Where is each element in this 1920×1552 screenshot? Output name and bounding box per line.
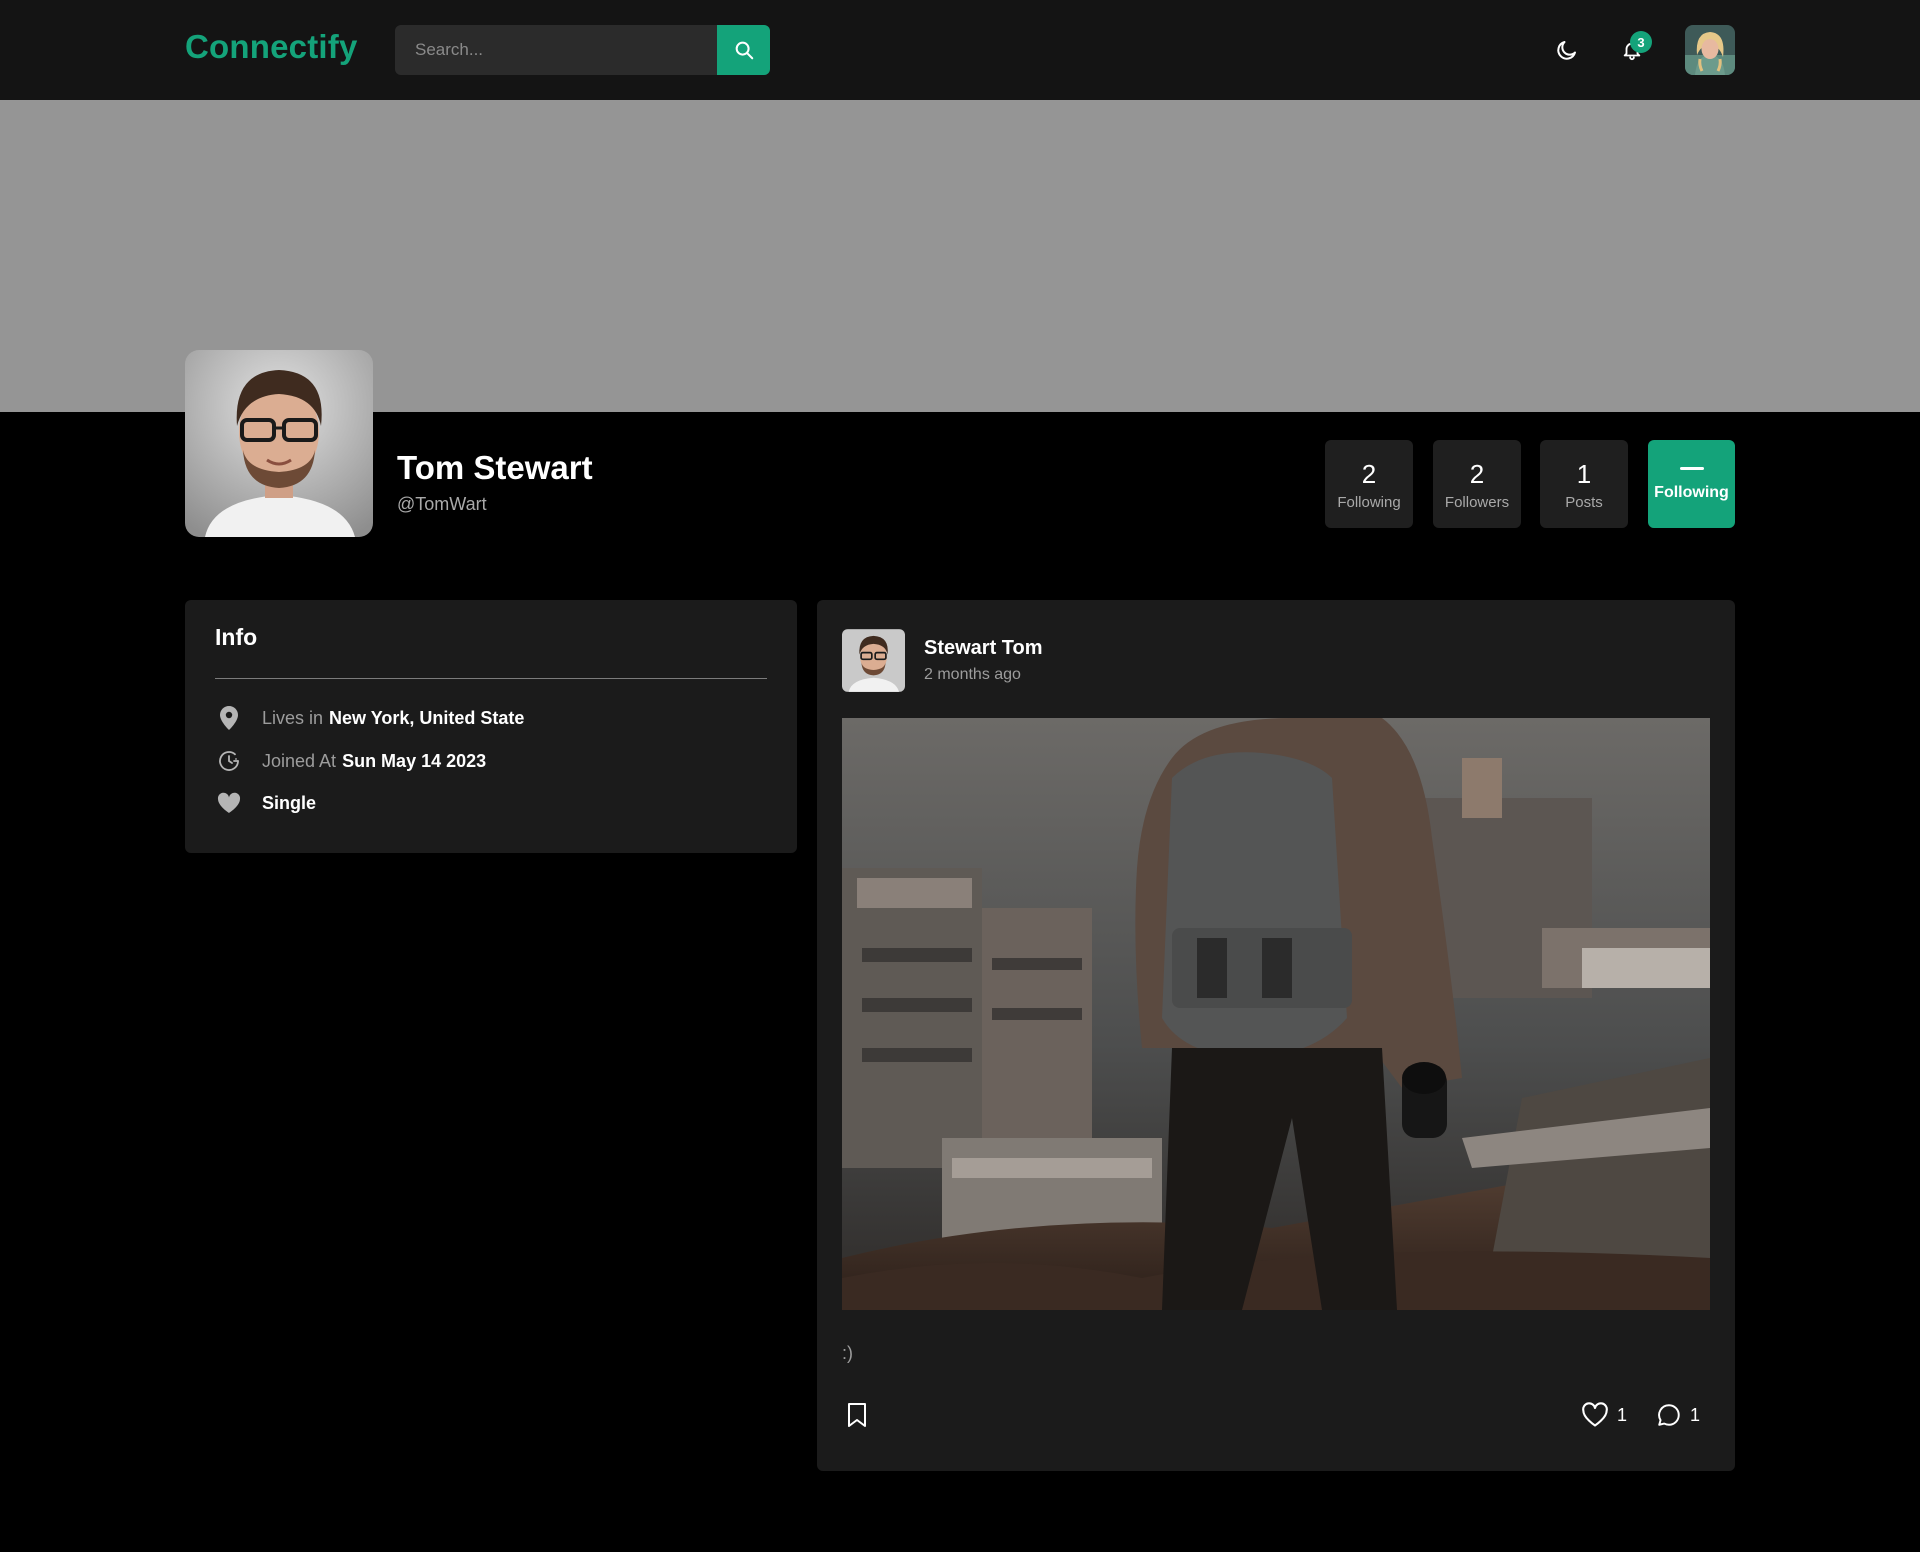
post-caption: :) [842,1343,853,1363]
post-card: Stewart Tom 2 months ago:) 1 1 [817,600,1735,1471]
profile-handle: @TomWart [397,494,487,514]
notification-badge: 3 [1630,31,1652,53]
stat-count: 1 [1576,458,1592,489]
heart-outline-icon [1582,1402,1608,1427]
top-navbar: Connectify 3 [0,0,1920,100]
comment-button[interactable]: 1 [1656,1400,1700,1430]
stat-label: Following [1337,493,1401,511]
post-timestamp: 2 months ago [924,666,1021,683]
post-image[interactable] [842,718,1710,1310]
info-location-row: Lives in New York, United State [215,704,524,732]
stat-count: 2 [1469,458,1485,489]
stat-count: 2 [1361,458,1377,489]
minus-icon [1679,466,1704,470]
like-button[interactable]: 1 [1581,1400,1627,1430]
follow-button-label: Following [1654,483,1729,501]
clock-icon [215,749,243,773]
info-location-value: New York, United State [329,707,525,728]
search-icon [735,41,753,60]
post-author-avatar[interactable] [842,629,905,692]
stat-posts[interactable]: 1 Posts [1540,440,1628,528]
following-toggle-button[interactable]: Following [1648,440,1735,528]
stat-label: Followers [1444,493,1510,511]
stat-followers[interactable]: 2 Followers [1433,440,1521,528]
profile-avatar [185,350,373,537]
brand-logo[interactable]: Connectify [185,28,358,66]
search-box [395,25,770,75]
post-author-name[interactable]: Stewart Tom [924,637,1043,660]
info-title: Info [215,624,258,650]
comment-count: 1 [1690,1404,1701,1425]
theme-toggle-button[interactable] [1549,32,1585,68]
location-pin-icon [215,706,243,730]
stat-label: Posts [1565,493,1603,511]
info-relationship-row: Single [215,789,316,817]
moon-icon [1557,41,1576,60]
user-avatar[interactable] [1685,25,1735,75]
info-card: Info Lives in New York, United State Joi… [185,600,797,853]
profile-name: Tom Stewart [397,449,593,486]
stat-following[interactable]: 2 Following [1325,440,1413,528]
bookmark-button[interactable] [842,1400,872,1430]
heart-icon [215,792,243,814]
search-input[interactable] [395,25,717,75]
info-joined-value: Sun May 14 2023 [342,750,487,771]
info-joined-prefix: Joined At [262,750,337,771]
search-button[interactable] [717,25,770,75]
divider [215,678,767,679]
info-location-prefix: Lives in [262,707,324,728]
info-relationship-value: Single [262,792,317,813]
like-count: 1 [1617,1404,1628,1425]
comment-icon [1658,1404,1680,1426]
info-joined-row: Joined At Sun May 14 2023 [215,747,486,775]
bookmark-icon [848,1403,866,1427]
